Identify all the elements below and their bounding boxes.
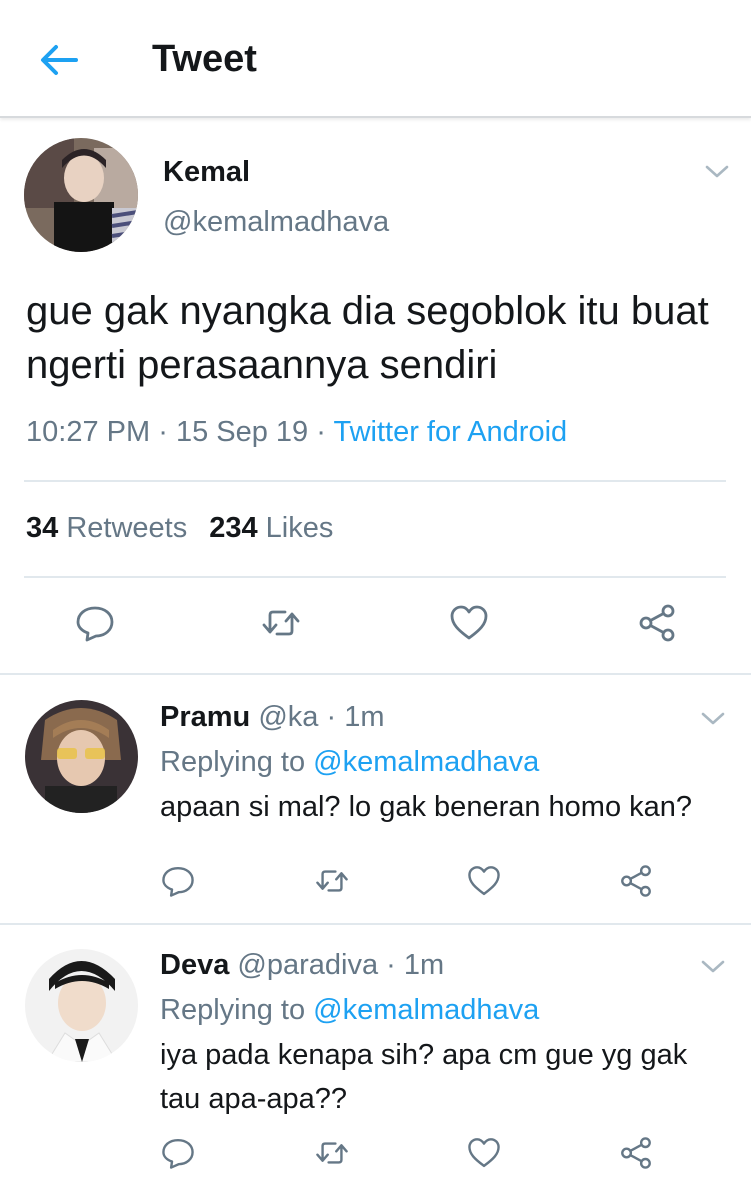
- avatar-photo: [25, 700, 138, 813]
- back-arrow-icon[interactable]: [36, 40, 80, 80]
- share-icon[interactable]: [636, 602, 678, 644]
- divider: [24, 576, 726, 578]
- reply-tweet[interactable]: Deva @paradiva · 1m Replying to @kemalma…: [0, 925, 751, 1200]
- like-icon[interactable]: [466, 1135, 502, 1171]
- tweet-stats: 34 Retweets 234 Likes: [26, 512, 333, 545]
- meta-separator: ·: [316, 416, 326, 448]
- avatar-photo: [24, 138, 138, 252]
- reply-time: 1m: [344, 701, 385, 733]
- tweet-text: gue gak nyangka dia segoblok itu buat ng…: [26, 289, 709, 387]
- author-handle[interactable]: @ka: [258, 701, 318, 733]
- retweet-icon[interactable]: [260, 602, 302, 644]
- reply-header: Deva @paradiva · 1m: [160, 949, 444, 982]
- avatar-photo: [25, 949, 138, 1062]
- reply-header: Pramu @ka · 1m: [160, 701, 385, 734]
- mention-link[interactable]: @kemalmadhava: [313, 994, 539, 1026]
- retweet-icon[interactable]: [314, 1135, 350, 1171]
- reply-text: apaan si mal? lo gak beneran homo kan?: [160, 791, 693, 823]
- retweet-icon[interactable]: [314, 863, 350, 899]
- retweets-label: Retweets: [66, 512, 188, 544]
- author-name[interactable]: Pramu: [160, 701, 250, 733]
- like-icon[interactable]: [448, 602, 490, 644]
- page-title: Tweet: [152, 38, 257, 80]
- reply-icon[interactable]: [74, 602, 116, 644]
- reply-text: iya pada kenapa sih? apa cm gue yg gak t…: [160, 1039, 688, 1115]
- author-handle[interactable]: @paradiva: [237, 949, 378, 981]
- replying-label: Replying to: [160, 746, 306, 778]
- share-icon[interactable]: [618, 863, 654, 899]
- author-name[interactable]: Deva: [160, 949, 229, 981]
- like-icon[interactable]: [466, 863, 502, 899]
- reply-icon[interactable]: [160, 863, 196, 899]
- meta-separator: ·: [158, 416, 168, 448]
- replying-to: Replying to @kemalmadhava: [160, 746, 539, 779]
- app-header: Tweet: [0, 0, 751, 118]
- retweets-count: 34: [26, 512, 59, 544]
- author-handle[interactable]: @kemalmadhava: [163, 206, 389, 239]
- chevron-down-icon[interactable]: [704, 164, 730, 180]
- tweet-source-link[interactable]: Twitter for Android: [333, 416, 567, 448]
- author-name[interactable]: Kemal: [163, 156, 250, 189]
- replying-to: Replying to @kemalmadhava: [160, 994, 539, 1027]
- reply-time: 1m: [403, 949, 445, 981]
- share-icon[interactable]: [618, 1135, 654, 1171]
- avatar[interactable]: [25, 700, 138, 813]
- tweet-date: 15 Sep 19: [175, 416, 309, 448]
- avatar[interactable]: [25, 949, 138, 1062]
- likes-label: Likes: [265, 512, 334, 544]
- mention-link[interactable]: @kemalmadhava: [313, 746, 539, 778]
- tweet-meta: 10:27 PM · 15 Sep 19 · Twitter for Andro…: [26, 416, 567, 449]
- avatar[interactable]: [24, 138, 138, 252]
- likes-count: 234: [209, 512, 258, 544]
- divider: [24, 480, 726, 482]
- likes-stat[interactable]: 234 Likes: [209, 512, 333, 544]
- reply-tweet[interactable]: Pramu @ka · 1m Replying to @kemalmadhava…: [0, 675, 751, 923]
- chevron-down-icon[interactable]: [700, 711, 726, 727]
- meta-separator: ·: [386, 949, 396, 981]
- meta-separator: ·: [326, 701, 337, 733]
- replying-label: Replying to: [160, 994, 306, 1026]
- retweets-stat[interactable]: 34 Retweets: [26, 512, 187, 544]
- tweet-time: 10:27 PM: [26, 416, 151, 448]
- reply-icon[interactable]: [160, 1135, 196, 1171]
- chevron-down-icon[interactable]: [700, 959, 726, 975]
